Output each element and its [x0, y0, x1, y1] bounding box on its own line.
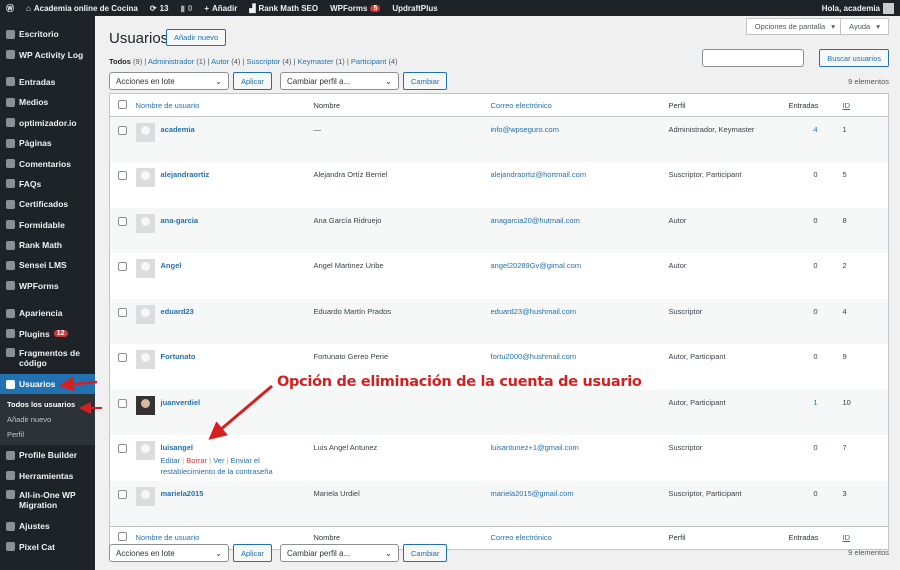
- arrow-to-delete: [208, 384, 273, 440]
- annotation-arrows: [59, 376, 273, 440]
- arrow-to-usuarios: [59, 376, 98, 392]
